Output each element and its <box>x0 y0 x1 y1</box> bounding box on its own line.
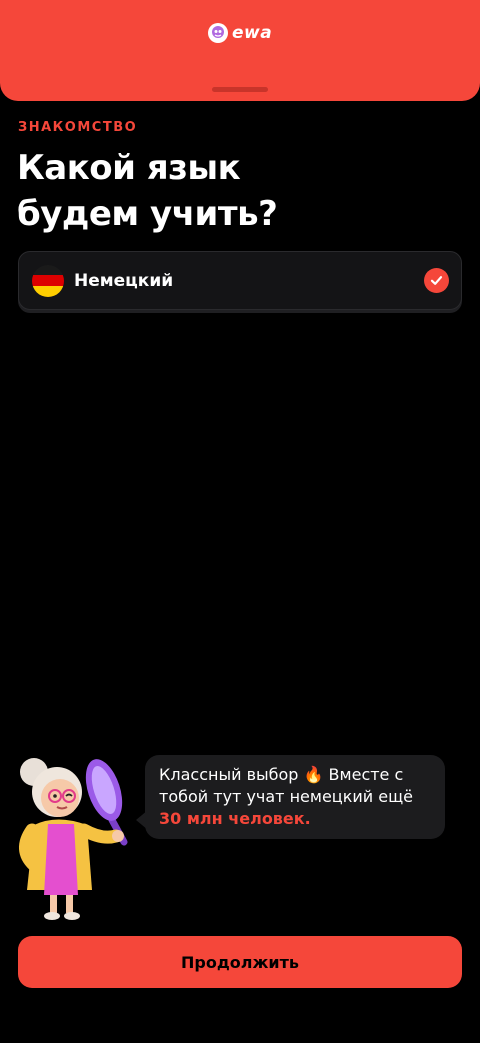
continue-button[interactable]: Продолжить <box>18 936 462 988</box>
brand-logo: ewa <box>208 23 272 43</box>
fire-icon: 🔥 <box>303 765 324 784</box>
speech-highlight: 30 млн человек. <box>159 809 311 828</box>
speech-text-part1: Классный выбор <box>159 765 299 784</box>
brand-name: ewa <box>232 23 273 43</box>
language-option-german[interactable]: Немецкий <box>18 251 462 310</box>
header-banner: ewa <box>0 0 480 101</box>
germany-flag-icon <box>32 264 64 297</box>
checkmark-icon <box>424 268 449 293</box>
section-label: ЗНАКОМСТВО <box>18 120 138 135</box>
sheet-drag-handle[interactable] <box>212 87 268 92</box>
page-title: Какой язык будем учить? <box>17 145 457 237</box>
mascot-speech-bubble: Классный выбор 🔥 Вместе с тобой тут учат… <box>145 755 445 839</box>
ewa-logo-icon <box>208 23 228 43</box>
title-line-1: Какой язык <box>17 148 241 188</box>
title-line-2: будем учить? <box>17 194 278 234</box>
grandma-magnifier-mascot <box>12 750 147 925</box>
language-name: Немецкий <box>74 270 174 291</box>
